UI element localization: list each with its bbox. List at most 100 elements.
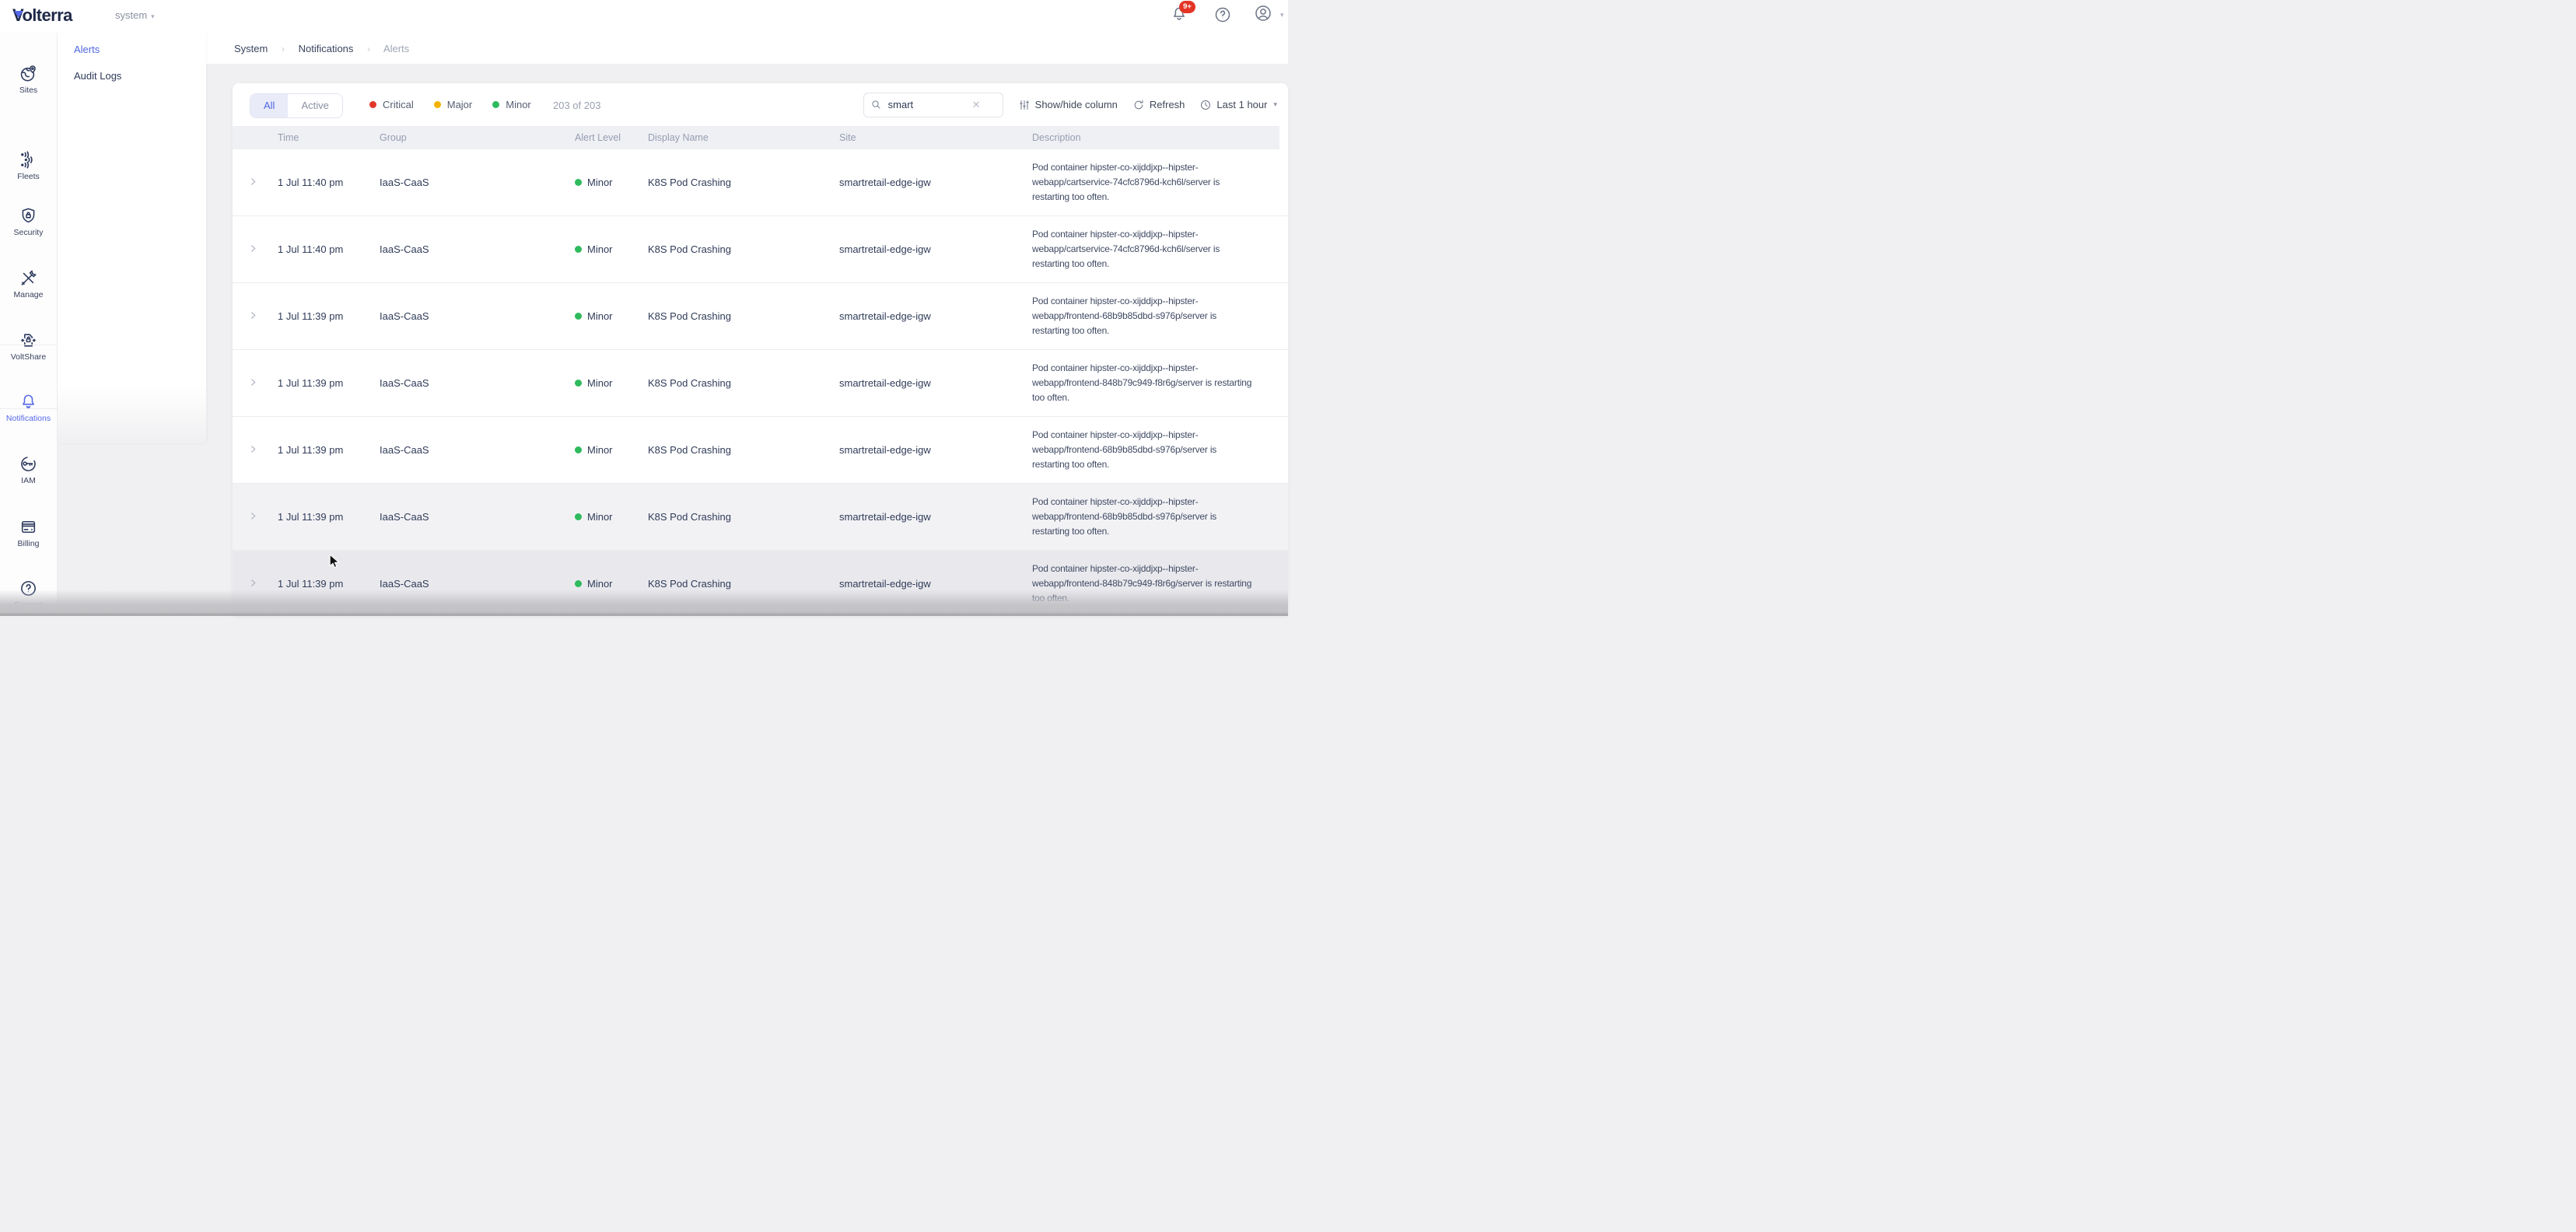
sidebar-item-label: IAM [0,476,57,485]
minor-dot-icon [575,313,582,320]
notification-count-badge: 9+ [1179,1,1195,13]
sidebar-item-label: Security [0,228,57,237]
show-hide-column-button[interactable]: Show/hide column [1018,99,1118,111]
logo-triangle-icon [14,11,23,18]
severity-legend: Critical Major Minor [369,83,531,126]
breadcrumb-alerts: Alerts [383,43,409,54]
notifications-bell-button[interactable]: 9+ [1170,5,1193,28]
minor-dot-icon [575,179,582,186]
expand-chevron-icon[interactable] [233,177,278,188]
cell-group: IaaS-CaaS [380,444,575,456]
top-bar: Volterra system▾ 9+ ▾ [0,0,1288,33]
cell-alert-level: Minor [575,578,648,590]
mouse-cursor [328,554,341,573]
sidebar-item-security[interactable]: Security [0,206,57,237]
sidebar-item-fleets[interactable]: Fleets [0,150,57,181]
cell-description: Pod container hipster-co-xijddjxp--hipst… [1032,227,1288,271]
legend-major: Major [434,99,473,110]
toolbar-actions: ✕ Show/hide column Refresh Last 1 hour ▾ [863,83,1277,126]
refresh-button[interactable]: Refresh [1132,99,1185,111]
sidebar-item-label: Sites [0,86,57,95]
table-row[interactable]: 1 Jul 11:39 pm IaaS-CaaS Minor K8S Pod C… [233,349,1288,416]
cell-group: IaaS-CaaS [380,310,575,322]
critical-dot-icon [369,101,376,108]
cell-display-name: K8S Pod Crashing [648,177,839,188]
sidebar-item-manage[interactable]: Manage [0,268,57,299]
cell-group: IaaS-CaaS [380,243,575,255]
refresh-icon [1132,99,1145,111]
sidebar-item-label: Fleets [0,172,57,181]
cell-time: 1 Jul 11:39 pm [278,511,380,523]
subnav-item-alerts[interactable]: Alerts [74,44,100,55]
table-row[interactable]: 1 Jul 11:39 pm IaaS-CaaS Minor K8S Pod C… [233,282,1288,349]
cell-description: Pod container hipster-co-xijddjxp--hipst… [1032,495,1288,539]
cell-display-name: K8S Pod Crashing [648,578,839,590]
tenant-selector[interactable]: system▾ [115,9,155,21]
cell-time: 1 Jul 11:39 pm [278,310,380,322]
breadcrumb-separator-icon: › [367,44,370,54]
cell-description: Pod container hipster-co-xijddjxp--hipst… [1032,428,1288,472]
table-row[interactable]: 1 Jul 11:40 pm IaaS-CaaS Minor K8S Pod C… [233,215,1288,282]
expand-chevron-icon[interactable] [233,377,278,389]
iam-key-icon [19,454,38,474]
sidebar-item-label: Billing [0,539,57,548]
help-button[interactable] [1213,5,1237,29]
minor-dot-icon [575,246,582,253]
table-row[interactable]: 1 Jul 11:39 pm IaaS-CaaS Minor K8S Pod C… [233,483,1288,550]
legend-critical: Critical [369,99,414,110]
cell-alert-level: Minor [575,511,648,523]
breadcrumb-separator-icon: › [282,44,285,54]
expand-chevron-icon[interactable] [233,511,278,523]
breadcrumb-notifications[interactable]: Notifications [299,43,354,54]
volterra-logo: Volterra [12,5,72,26]
table-row[interactable]: 1 Jul 11:39 pm IaaS-CaaS Minor K8S Pod C… [233,550,1288,616]
fleets-icon [19,150,38,170]
result-count: 203 of 203 [553,100,600,111]
manage-tools-icon [19,268,38,288]
expand-chevron-icon[interactable] [233,243,278,255]
legend-minor: Minor [492,99,531,110]
sidebar-item-label: Notifications [0,414,57,423]
breadcrumb-system[interactable]: System [234,43,268,54]
col-group: Group [380,132,575,143]
cell-group: IaaS-CaaS [380,578,575,590]
minor-dot-icon [575,580,582,587]
time-range-selector[interactable]: Last 1 hour ▾ [1199,99,1277,111]
col-site: Site [839,132,1032,143]
search-input[interactable] [887,98,968,111]
search-icon [870,99,882,110]
sidebar-item-billing[interactable]: Billing [0,517,57,548]
expand-chevron-icon[interactable] [233,444,278,456]
sidebar-item-label: Manage [0,290,57,299]
cell-alert-level: Minor [575,177,648,188]
search-box[interactable]: ✕ [863,93,1003,117]
sidebar-item-voltshare[interactable]: VoltShare [0,331,57,362]
cell-time: 1 Jul 11:39 pm [278,578,380,590]
sidebar-item-sites[interactable]: Sites [0,64,57,95]
alerts-toolbar: All Active Critical Major Minor 203 of 2… [233,83,1288,126]
account-menu-button[interactable] [1254,4,1277,27]
alerts-card: All Active Critical Major Minor 203 of 2… [233,83,1288,616]
sidebar-item-iam[interactable]: IAM [0,454,57,485]
cell-time: 1 Jul 11:40 pm [278,177,380,188]
sidebar-item-label: VoltShare [0,352,57,362]
col-display-name: Display Name [648,132,839,143]
sidebar-item-notifications[interactable]: Notifications [0,392,57,423]
tab-active[interactable]: Active [288,94,341,117]
clear-search-icon[interactable]: ✕ [972,99,981,111]
tab-all[interactable]: All [250,94,288,117]
sidebar-item-label: Support [0,600,57,610]
expand-chevron-icon[interactable] [233,578,278,590]
cell-site: smartretail-edge-igw [839,177,1032,188]
breadcrumb: System › Notifications › Alerts [234,43,409,54]
table-row[interactable]: 1 Jul 11:39 pm IaaS-CaaS Minor K8S Pod C… [233,416,1288,483]
minor-dot-icon [492,101,499,108]
expand-chevron-icon[interactable] [233,310,278,322]
table-row[interactable]: 1 Jul 11:40 pm IaaS-CaaS Minor K8S Pod C… [233,149,1288,215]
cell-site: smartretail-edge-igw [839,310,1032,322]
legend-label: Critical [383,99,414,110]
sidebar-item-support[interactable]: Support [0,579,57,610]
cell-alert-level: Minor [575,243,648,255]
cell-group: IaaS-CaaS [380,177,575,188]
subnav-item-audit-logs[interactable]: Audit Logs [74,70,121,82]
